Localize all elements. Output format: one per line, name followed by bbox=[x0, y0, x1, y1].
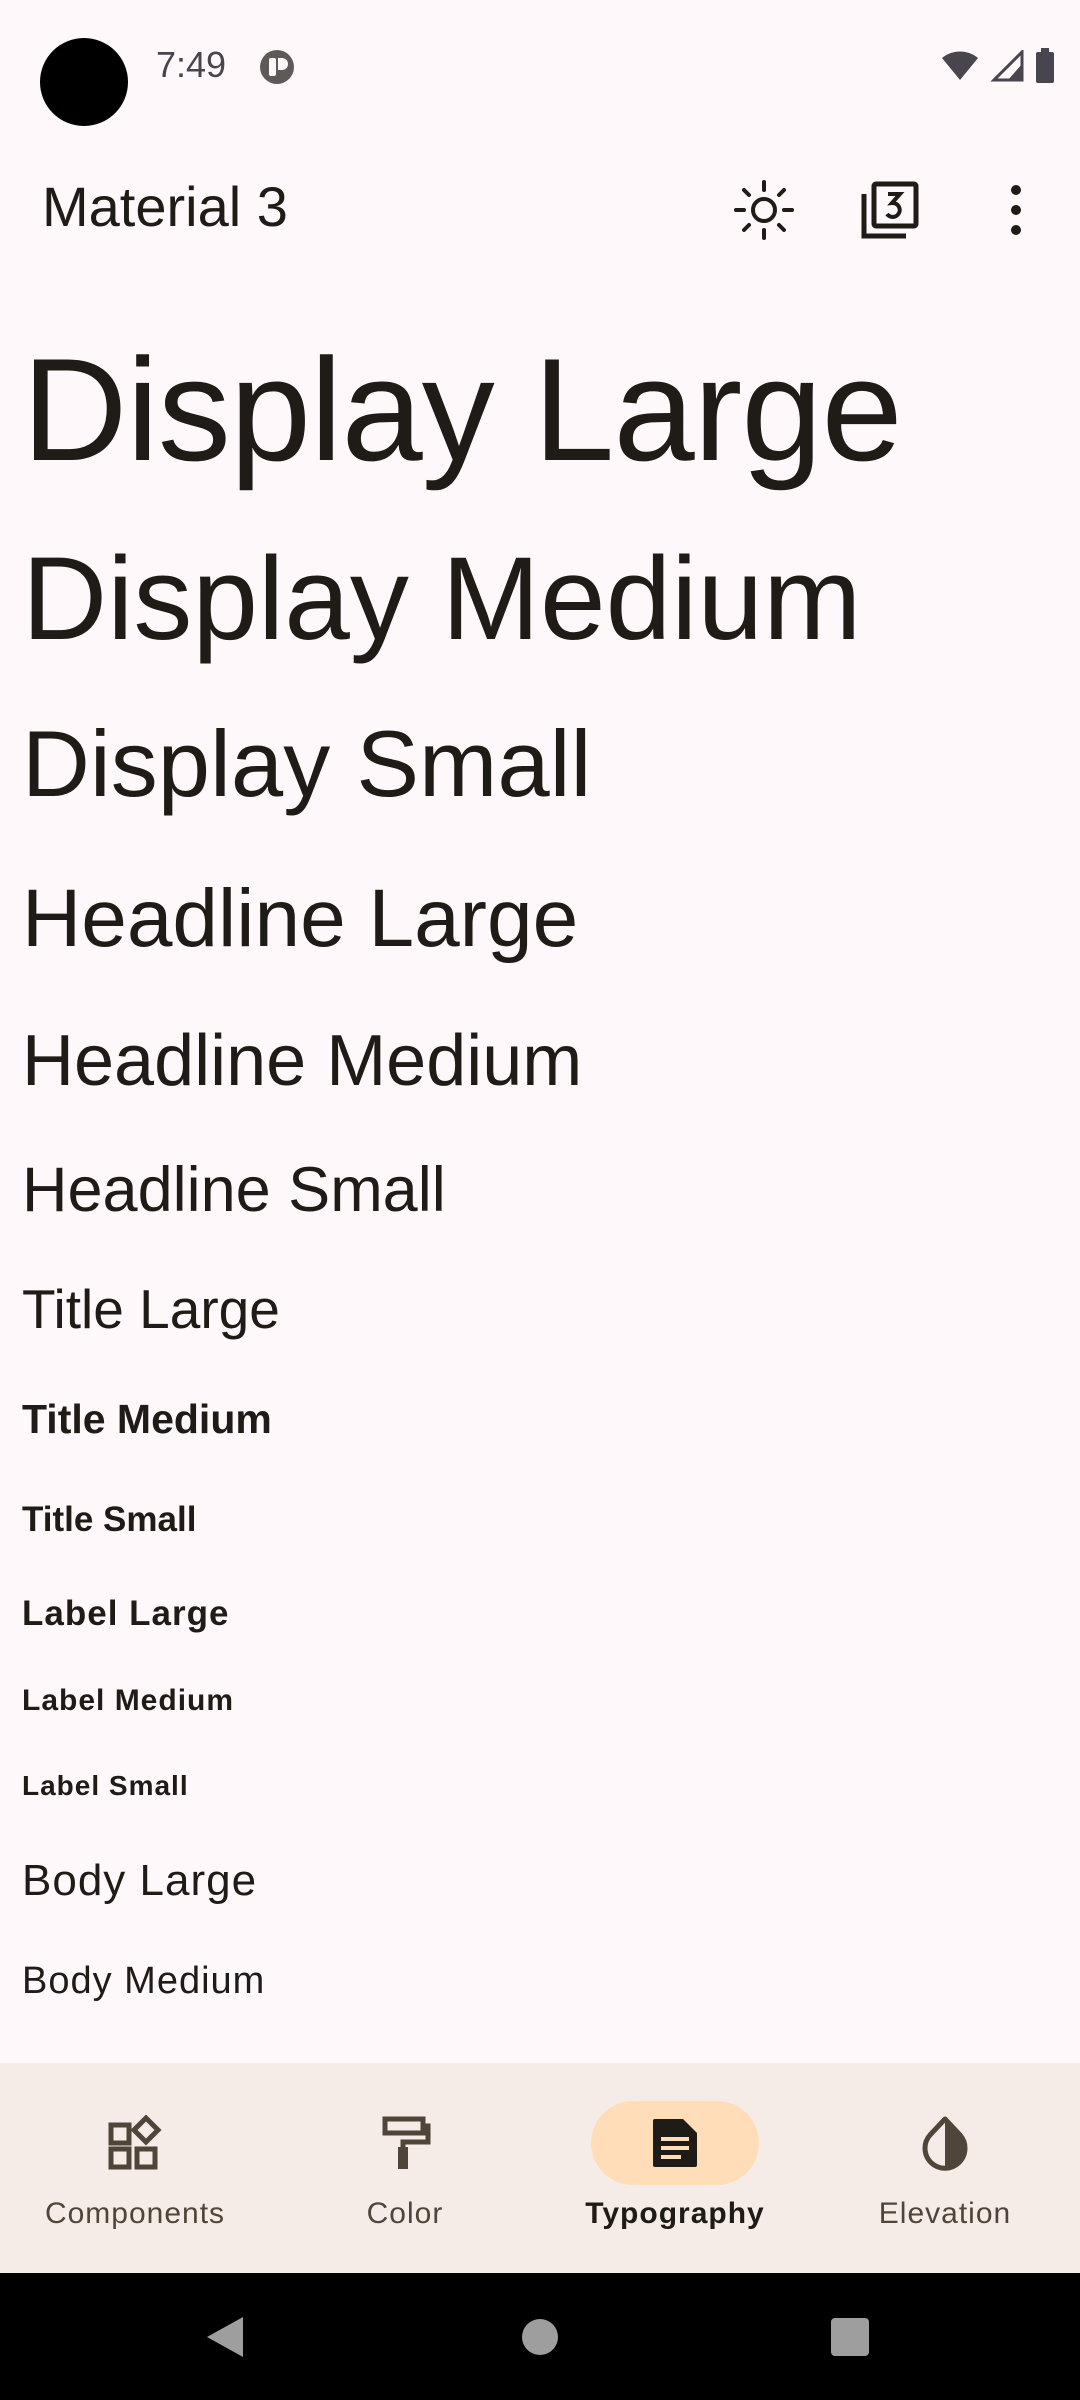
body-medium-sample: Body Medium bbox=[22, 1960, 266, 2002]
label-large-sample: Label Large bbox=[22, 1594, 230, 1633]
nav-indicator bbox=[861, 2101, 1029, 2185]
light-mode-icon bbox=[734, 180, 794, 240]
label-small-sample: Label Small bbox=[22, 1770, 189, 1801]
nav-label-components: Components bbox=[44, 2197, 226, 2230]
cellular-signal-icon bbox=[990, 50, 1024, 82]
label-medium-sample: Label Medium bbox=[22, 1684, 235, 1717]
front-camera bbox=[40, 38, 128, 126]
headline-medium-sample: Headline Medium bbox=[22, 1021, 583, 1101]
nav-label-elevation: Elevation bbox=[878, 2197, 1012, 2230]
nav-item-typography[interactable]: Typography bbox=[540, 2063, 810, 2273]
nav-item-elevation[interactable]: Elevation bbox=[810, 2063, 1080, 2273]
article-icon bbox=[653, 2119, 697, 2167]
back-triangle-icon bbox=[207, 2316, 243, 2357]
recents-button[interactable] bbox=[815, 2273, 885, 2400]
title-medium-sample: Title Medium bbox=[22, 1396, 272, 1442]
body-large-sample: Body Large bbox=[22, 1856, 258, 1905]
status-bar: 7:49 bbox=[0, 0, 1080, 140]
theme-toggle-button[interactable] bbox=[726, 172, 802, 248]
title-large-sample: Title Large bbox=[22, 1278, 280, 1340]
nav-item-components[interactable]: Components bbox=[0, 2063, 270, 2273]
opacity-icon bbox=[922, 2116, 968, 2171]
screen: 7:49 Material 3 Display Large Display Me… bbox=[0, 0, 1080, 2400]
wifi-icon bbox=[942, 51, 978, 80]
widgets-icon bbox=[108, 2115, 162, 2170]
nav-indicator bbox=[321, 2101, 489, 2185]
home-circle-icon bbox=[522, 2318, 558, 2355]
system-navigation-bar bbox=[0, 2273, 1080, 2400]
more-options-button[interactable] bbox=[978, 172, 1054, 248]
status-icons bbox=[940, 48, 1056, 84]
nav-item-color[interactable]: Color bbox=[270, 2063, 540, 2273]
filter-3-icon bbox=[861, 181, 919, 239]
format-paint-icon bbox=[382, 2116, 431, 2169]
app-notification-icon bbox=[260, 50, 294, 84]
bottom-navigation-bar: Components Color Typography Elevation bbox=[0, 2063, 1080, 2273]
headline-large-sample: Headline Large bbox=[22, 873, 579, 964]
material-version-button[interactable] bbox=[852, 172, 928, 248]
nav-label-typography: Typography bbox=[585, 2197, 765, 2230]
status-clock: 7:49 bbox=[156, 44, 227, 85]
nav-active-indicator bbox=[591, 2101, 759, 2185]
headline-small-sample: Headline Small bbox=[22, 1155, 446, 1225]
top-app-bar: Material 3 bbox=[0, 150, 1080, 270]
home-button[interactable] bbox=[505, 2273, 575, 2400]
display-small-sample: Display Small bbox=[22, 711, 592, 816]
nav-label-color: Color bbox=[366, 2197, 444, 2230]
battery-icon bbox=[1036, 48, 1054, 83]
recents-square-icon bbox=[831, 2317, 869, 2356]
display-large-sample: Display Large bbox=[22, 328, 903, 491]
display-medium-sample: Display Medium bbox=[22, 533, 862, 665]
more-vert-icon bbox=[1011, 185, 1021, 235]
title-small-sample: Title Small bbox=[22, 1500, 197, 1539]
back-button[interactable] bbox=[190, 2273, 260, 2400]
app-title: Material 3 bbox=[42, 175, 288, 238]
nav-indicator bbox=[51, 2101, 219, 2185]
